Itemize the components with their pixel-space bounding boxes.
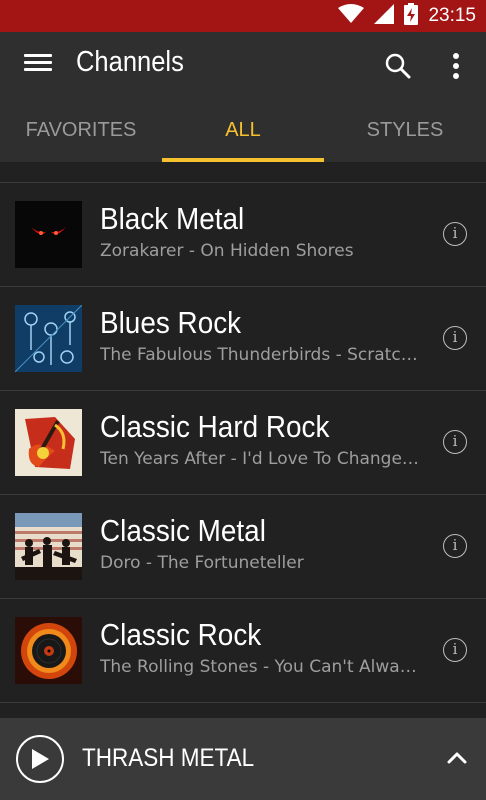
now-playing-channel: THRASH METAL xyxy=(82,744,255,772)
list-item[interactable]: Black Metal Zorakarer - On Hidden Shores… xyxy=(0,183,486,287)
channel-now-playing: Zorakarer - On Hidden Shores xyxy=(100,241,354,261)
search-icon[interactable] xyxy=(384,52,412,80)
app-bar: Channels xyxy=(0,32,486,100)
mini-player[interactable]: THRASH METAL xyxy=(0,718,486,800)
status-icons: 23:15 xyxy=(338,0,476,32)
channel-thumbnail xyxy=(15,513,82,580)
channel-now-playing: Doro - The Fortuneteller xyxy=(100,553,304,573)
signal-icon xyxy=(374,4,395,28)
channel-title: Classic Hard Rock xyxy=(100,409,330,444)
page-title: Channels xyxy=(76,46,184,78)
channel-thumbnail xyxy=(15,201,82,268)
tab-favorites[interactable]: FAVORITES xyxy=(0,100,162,162)
info-icon[interactable]: i xyxy=(443,222,467,246)
channel-thumbnail xyxy=(15,617,82,684)
channel-thumbnail xyxy=(15,409,82,476)
status-bar: 23:15 xyxy=(0,0,486,32)
tab-bar: FAVORITES ALL STYLES xyxy=(0,100,486,162)
tab-all-label: ALL xyxy=(225,119,261,141)
channel-now-playing: The Rolling Stones - You Can't Alway... xyxy=(100,657,420,677)
tab-favorites-label: FAVORITES xyxy=(25,119,137,141)
chevron-up-icon[interactable] xyxy=(446,750,468,766)
channel-title: Blues Rock xyxy=(100,305,242,340)
menu-icon[interactable] xyxy=(24,54,52,78)
channel-title: Black Metal xyxy=(100,201,245,236)
info-icon[interactable]: i xyxy=(443,326,467,350)
wifi-icon xyxy=(338,4,365,28)
channel-now-playing: Ten Years After - I'd Love To Change T..… xyxy=(100,449,420,469)
channel-title: Classic Rock xyxy=(100,617,262,652)
tab-styles[interactable]: STYLES xyxy=(324,100,486,162)
list-item[interactable]: Blues Rock The Fabulous Thunderbirds - S… xyxy=(0,287,486,391)
channel-thumbnail xyxy=(15,305,82,372)
list-item[interactable]: Classic Metal Doro - The Fortuneteller i xyxy=(0,495,486,599)
info-icon[interactable]: i xyxy=(443,430,467,454)
list-item-partial xyxy=(0,162,486,183)
channel-list[interactable]: Black Metal Zorakarer - On Hidden Shores… xyxy=(0,162,486,718)
list-item[interactable]: Classic Hard Rock Ten Years After - I'd … xyxy=(0,391,486,495)
info-icon[interactable]: i xyxy=(443,534,467,558)
list-item[interactable]: Classic Rock The Rolling Stones - You Ca… xyxy=(0,599,486,703)
info-icon[interactable]: i xyxy=(443,638,467,662)
play-icon xyxy=(32,749,49,769)
status-clock: 23:15 xyxy=(428,5,476,26)
channel-now-playing: The Fabulous Thunderbirds - Scratch... xyxy=(100,345,420,365)
battery-charging-icon xyxy=(404,3,419,29)
channel-title: Classic Metal xyxy=(100,513,266,548)
tab-all[interactable]: ALL xyxy=(162,100,324,162)
more-vert-icon[interactable] xyxy=(444,50,468,82)
tab-styles-label: STYLES xyxy=(366,119,444,141)
play-button[interactable] xyxy=(16,735,64,783)
